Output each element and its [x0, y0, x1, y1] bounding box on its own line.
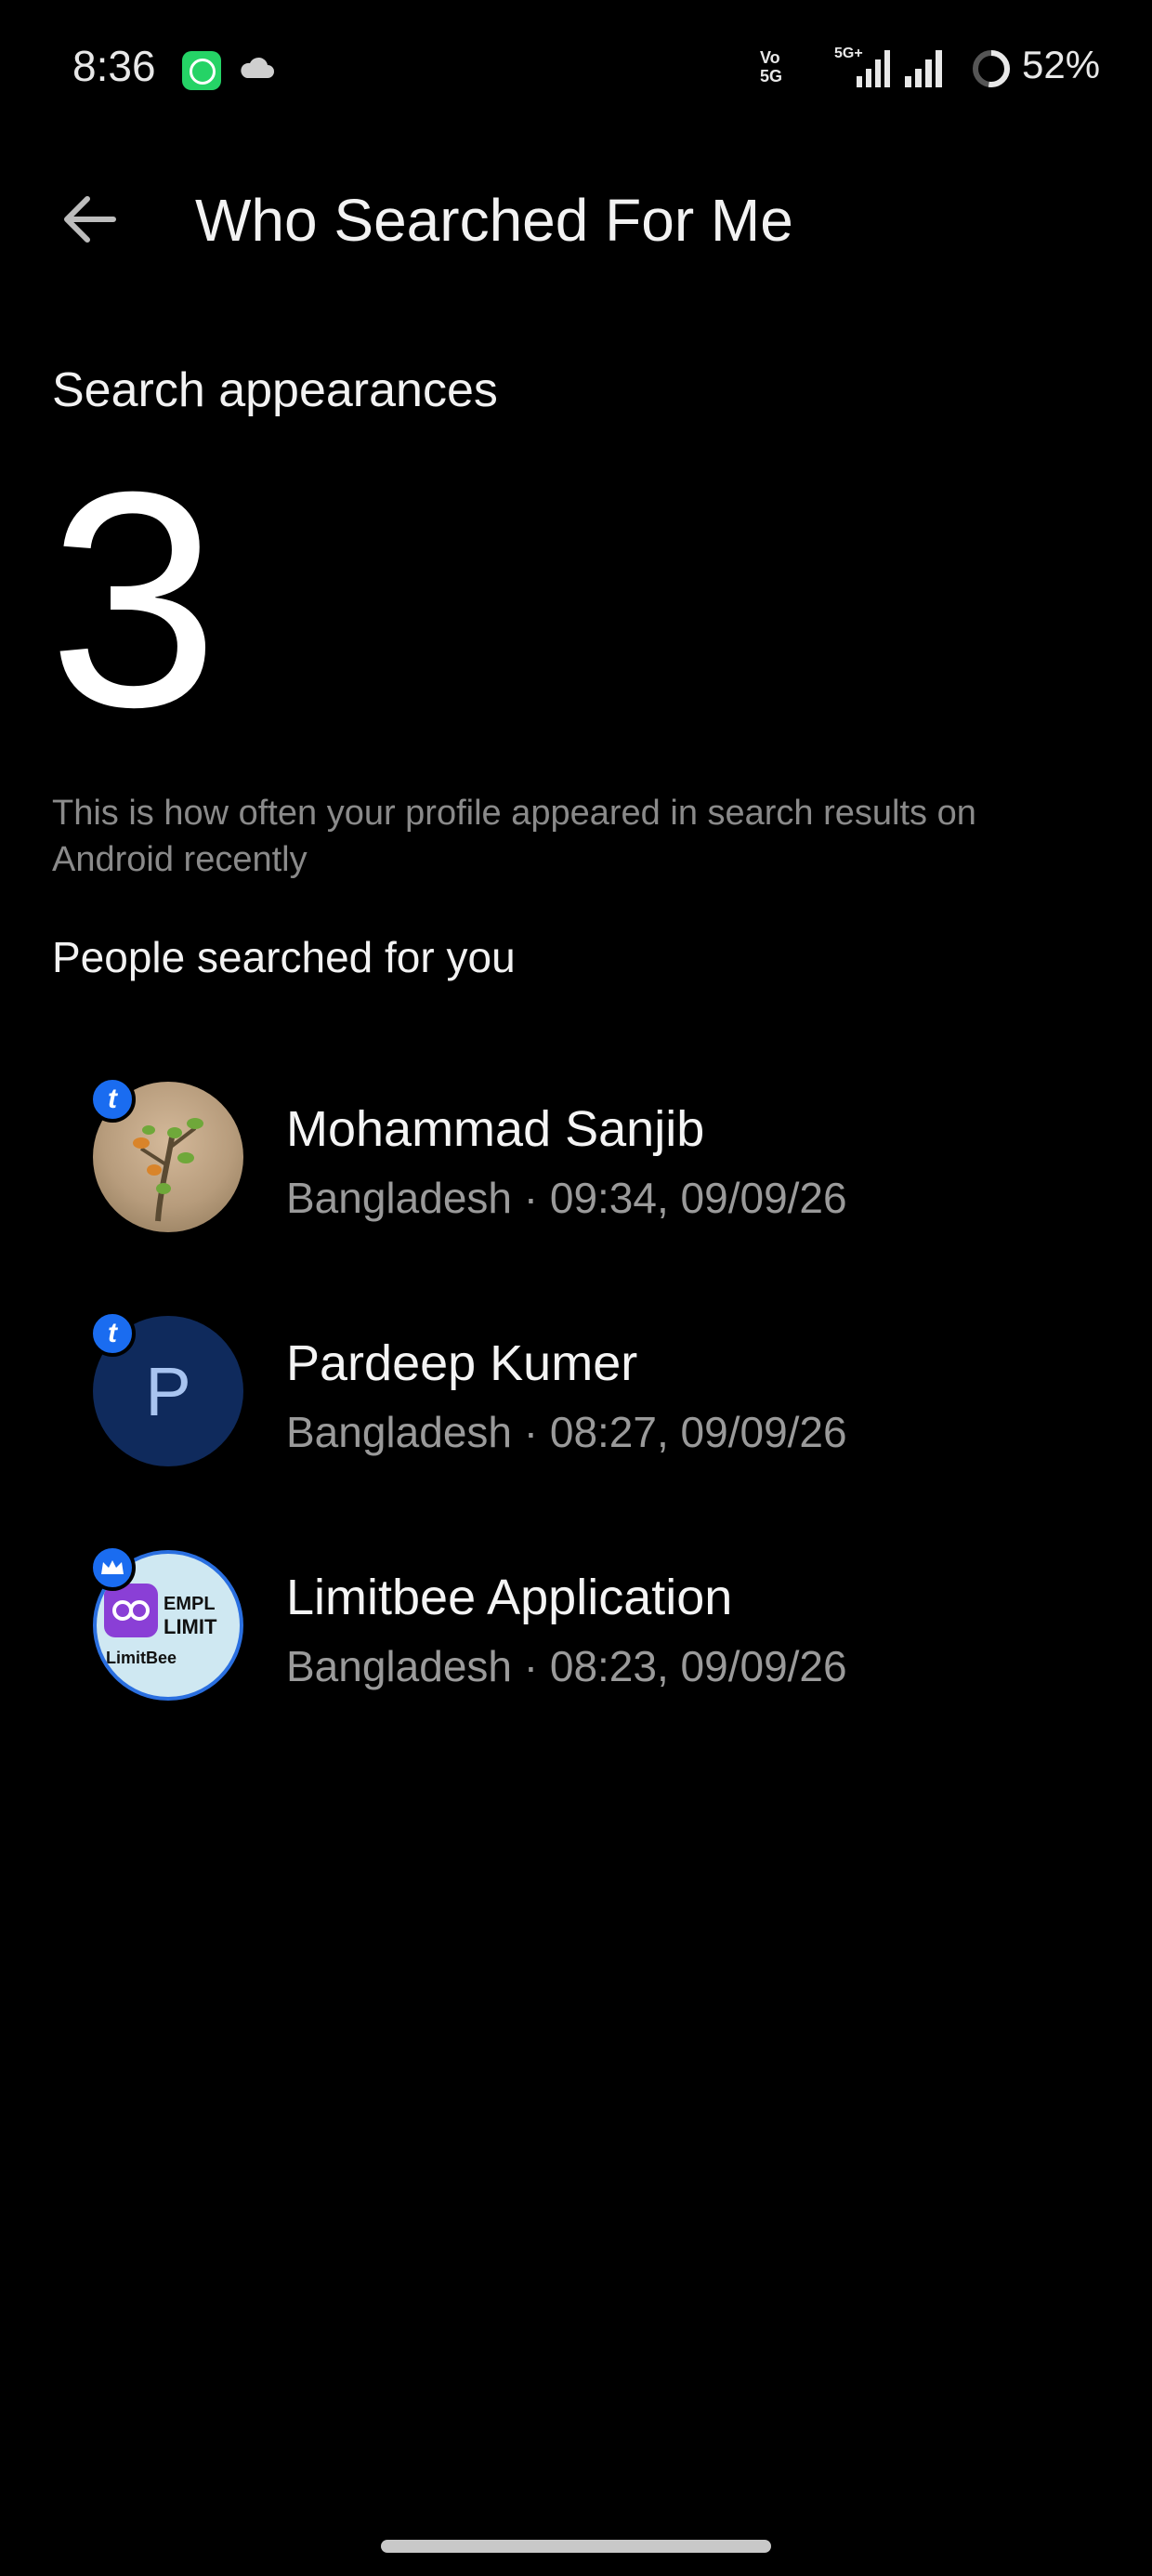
- home-indicator[interactable]: [381, 2540, 771, 2553]
- status-bar: 8:36 Vo 5G 5G+ 52%: [0, 0, 1152, 139]
- battery-percentage: 52%: [1022, 43, 1101, 86]
- search-appearances-count: 3: [48, 427, 219, 770]
- screen: 8:36 Vo 5G 5G+ 52% Who Searched For Me S…: [0, 0, 1152, 2576]
- person-name: Mohammad Sanjib: [286, 1101, 705, 1157]
- crown-badge-icon: [89, 1544, 136, 1591]
- avatar-text-limitbee: LimitBee: [106, 1649, 177, 1667]
- person-meta: Bangladesh · 09:34, 09/09/26: [286, 1174, 847, 1222]
- whatsapp-icon: [182, 51, 221, 90]
- battery-ring-icon: [973, 50, 1010, 87]
- people-section-label: People searched for you: [52, 933, 516, 981]
- person-meta: Bangladesh · 08:23, 09/09/26: [286, 1642, 847, 1690]
- signal-5g-icon: 5G+: [834, 46, 890, 87]
- status-time: 8:36: [72, 42, 156, 90]
- cloud-icon: [241, 57, 274, 78]
- signal-5g-label: 5G+: [834, 46, 863, 61]
- back-arrow-icon[interactable]: [56, 186, 123, 253]
- search-appearances-label: Search appearances: [52, 363, 498, 417]
- avatar-text-empl: EMPL: [164, 1594, 216, 1614]
- signal-icon: [905, 50, 942, 87]
- list-item-pardeep-kumer[interactable]: P t Pardeep Kumer Bangladesh · 08:27, 09…: [0, 1297, 1152, 1511]
- list-item-limitbee-application[interactable]: EMPL LIMIT LimitBee Limitbee Application…: [0, 1531, 1152, 1745]
- page-title: Who Searched For Me: [195, 187, 793, 254]
- person-name: Limitbee Application: [286, 1570, 733, 1625]
- volte-icon: Vo 5G: [760, 48, 783, 85]
- avatar-text-limit: LIMIT: [164, 1615, 217, 1638]
- person-meta: Bangladesh · 08:27, 09/09/26: [286, 1408, 847, 1456]
- list-item-mohammad-sanjib[interactable]: t Mohammad Sanjib Bangladesh · 09:34, 09…: [0, 1063, 1152, 1277]
- search-appearances-description: This is how often your profile appeared …: [52, 794, 976, 879]
- person-name: Pardeep Kumer: [286, 1335, 638, 1391]
- verified-badge-icon: t: [89, 1310, 136, 1357]
- avatar-letter: P: [145, 1352, 191, 1430]
- verified-badge-icon: t: [89, 1076, 136, 1123]
